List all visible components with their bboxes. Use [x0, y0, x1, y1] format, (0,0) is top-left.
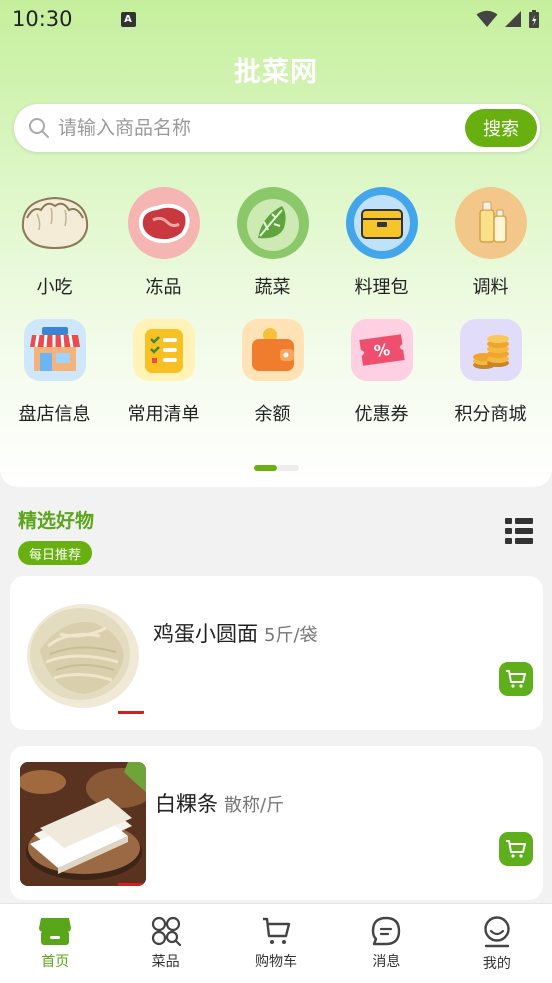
- page-dot: [277, 465, 299, 471]
- product-unit: 5斤/袋: [264, 625, 318, 646]
- page-indicator: [254, 465, 299, 471]
- wifi-icon: [476, 10, 498, 27]
- search-button[interactable]: 搜索: [465, 109, 537, 147]
- home-store-icon: [39, 918, 72, 945]
- add-to-cart-button[interactable]: [499, 832, 533, 866]
- product-title: 鸡蛋小圆面 5斤/袋: [153, 618, 318, 648]
- daily-recommend-badge: 每日推荐: [18, 541, 93, 565]
- meal-box-icon: [344, 185, 420, 261]
- store-icon: [17, 312, 93, 388]
- tab-label: 菜品: [151, 954, 180, 970]
- category-grid-icon: [151, 916, 181, 946]
- search-input[interactable]: [58, 117, 465, 139]
- status-time: 10:30: [12, 7, 73, 31]
- product-unit: 散称/斤: [224, 795, 285, 816]
- category-coupon[interactable]: % 优惠券: [327, 312, 436, 439]
- category-label: 小吃: [36, 277, 73, 298]
- product-title: 白粿条 散称/斤: [155, 788, 284, 818]
- category-label: 料理包: [354, 277, 409, 298]
- signal-icon: [505, 11, 521, 27]
- status-bar: 10:30 A: [0, 0, 552, 38]
- product-card[interactable]: 白粿条 散称/斤: [10, 746, 543, 900]
- profile-icon: [484, 916, 510, 948]
- category-label: 优惠券: [354, 404, 409, 425]
- category-label: 调料: [472, 277, 509, 298]
- category-grid: 小吃 冻品 蔬菜 料理包 调料 盘店信息 常用清单 余额 % 优惠券 积分商城: [0, 185, 552, 439]
- coupon-icon: %: [344, 312, 420, 388]
- message-icon: [372, 916, 401, 946]
- page-dot-active: [254, 465, 277, 471]
- tab-label: 购物车: [255, 954, 298, 970]
- category-label: 余额: [254, 404, 291, 425]
- category-points-mall[interactable]: 积分商城: [436, 312, 545, 439]
- tab-dishes[interactable]: 菜品: [110, 904, 220, 983]
- category-label: 冻品: [145, 277, 182, 298]
- cabbage-icon: [235, 185, 311, 261]
- category-frozen[interactable]: 冻品: [109, 185, 218, 312]
- category-checklist[interactable]: 常用清单: [109, 312, 218, 439]
- product-name: 白粿条: [155, 792, 218, 816]
- category-snack[interactable]: 小吃: [0, 185, 109, 312]
- category-seasoning[interactable]: 调料: [436, 185, 545, 312]
- cart-icon: [263, 917, 291, 944]
- tab-cart[interactable]: 购物车: [221, 904, 331, 983]
- category-vegetable[interactable]: 蔬菜: [218, 185, 327, 312]
- product-card[interactable]: 鸡蛋小圆面 5斤/袋: [10, 576, 543, 730]
- list-view-icon[interactable]: [504, 516, 534, 546]
- tab-messages[interactable]: 消息: [331, 904, 441, 983]
- category-label: 蔬菜: [254, 277, 291, 298]
- svg-text:%: %: [372, 340, 391, 361]
- category-label: 盘店信息: [18, 404, 91, 425]
- category-label: 常用清单: [127, 404, 200, 425]
- wallet-icon: [235, 312, 311, 388]
- search-icon: [29, 118, 49, 138]
- section-title: 精选好物: [18, 510, 95, 532]
- frozen-meat-icon: [126, 185, 202, 261]
- cart-icon: [506, 670, 526, 688]
- category-balance[interactable]: 余额: [218, 312, 327, 439]
- notification-a-icon: A: [120, 11, 136, 27]
- battery-icon: [529, 10, 539, 28]
- image-indicator: [118, 711, 144, 714]
- product-name: 鸡蛋小圆面: [153, 622, 258, 646]
- tab-label: 消息: [372, 954, 401, 970]
- category-label: 积分商城: [454, 404, 527, 425]
- add-to-cart-button[interactable]: [499, 662, 533, 696]
- product-image-noodles: [20, 590, 146, 716]
- category-store-info[interactable]: 盘店信息: [0, 312, 109, 439]
- tab-label: 首页: [41, 954, 70, 970]
- seasoning-bottles-icon: [453, 185, 529, 261]
- coins-icon: [453, 312, 529, 388]
- search-bar: 搜索: [14, 104, 540, 152]
- tab-label: 我的: [482, 956, 511, 972]
- category-meal-kit[interactable]: 料理包: [327, 185, 436, 312]
- tab-home[interactable]: 首页: [0, 904, 110, 983]
- app-title: 批菜网: [234, 57, 318, 88]
- tab-profile[interactable]: 我的: [442, 904, 552, 983]
- bottom-tab-bar: 首页 菜品 购物车 消息 我的: [0, 903, 552, 983]
- dumpling-icon: [17, 185, 93, 261]
- image-indicator: [118, 883, 144, 886]
- cart-icon: [506, 840, 526, 858]
- product-image-rice-noodle-strips: [20, 762, 146, 886]
- checklist-icon: [126, 312, 202, 388]
